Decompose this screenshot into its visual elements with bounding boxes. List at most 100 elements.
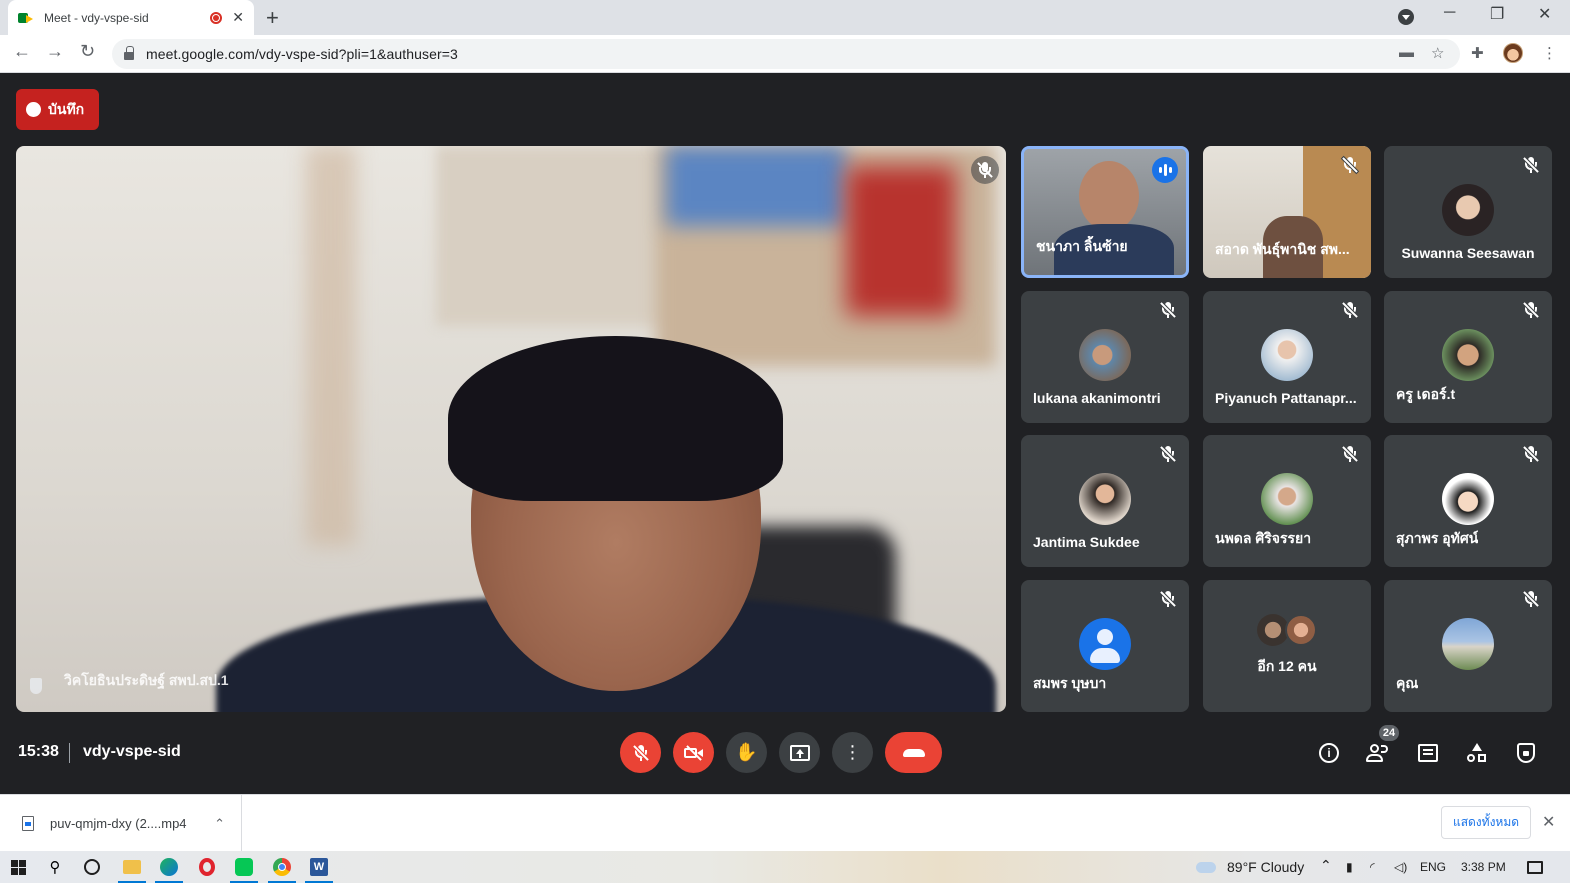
- meeting-code: vdy-vspe-sid: [83, 743, 181, 760]
- download-file-name: puv-qmjm-dxy (2....mp4: [50, 816, 187, 831]
- wifi-icon[interactable]: ◜: [1370, 860, 1375, 874]
- activities-button[interactable]: [1464, 740, 1490, 766]
- address-bar[interactable]: meet.google.com/vdy-vspe-sid?pli=1&authu…: [112, 39, 1460, 69]
- extensions-icon[interactable]: ✚: [1471, 44, 1484, 62]
- camera-off-icon: [683, 744, 704, 761]
- meeting-details-button[interactable]: i: [1316, 740, 1342, 766]
- chat-icon: [1418, 744, 1438, 762]
- browser-tabstrip: Meet - vdy-vspe-sid ✕ + ─ ❐ ✕: [0, 0, 1570, 35]
- participant-avatar: [1261, 329, 1313, 381]
- participant-tile[interactable]: ชนาภา ลิ้นซ้าย: [1021, 146, 1189, 278]
- participant-name: ครู เดอร์.t: [1396, 386, 1456, 402]
- browser-tab-meet[interactable]: Meet - vdy-vspe-sid ✕: [8, 0, 254, 35]
- muted-mic-icon: [1522, 590, 1540, 608]
- present-screen-button[interactable]: [779, 732, 820, 773]
- camera-toggle-button[interactable]: [673, 732, 714, 773]
- leave-call-button[interactable]: [885, 732, 942, 773]
- minimize-button[interactable]: ─: [1444, 4, 1455, 22]
- weather-text[interactable]: 89°F Cloudy: [1227, 859, 1304, 875]
- record-button[interactable]: บันทึก: [16, 89, 99, 130]
- weather-cloud-icon[interactable]: [1196, 857, 1216, 877]
- windows-start-icon[interactable]: [8, 857, 28, 877]
- participant-tile[interactable]: Piyanuch Pattanapr...: [1203, 291, 1371, 423]
- chevron-up-icon[interactable]: ⌃: [214, 816, 225, 832]
- reload-button[interactable]: ↻: [80, 41, 95, 62]
- participant-tile[interactable]: Suwanna Seesawan: [1384, 146, 1552, 278]
- new-tab-button[interactable]: +: [266, 5, 279, 31]
- people-button[interactable]: [1365, 740, 1391, 766]
- chrome-icon[interactable]: [268, 857, 296, 883]
- others-tile[interactable]: อีก 12 คน: [1203, 580, 1371, 712]
- profile-avatar[interactable]: [1503, 43, 1523, 63]
- participant-tile[interactable]: ครู เดอร์.t: [1384, 291, 1552, 423]
- muted-mic-icon: [1341, 156, 1359, 174]
- participant-tile[interactable]: สมพร บุษบา: [1021, 580, 1189, 712]
- browser-toolbar: ← → ↻ meet.google.com/vdy-vspe-sid?pli=1…: [0, 35, 1570, 73]
- restore-button[interactable]: ❐: [1490, 4, 1504, 24]
- language-indicator[interactable]: ENG: [1420, 860, 1446, 874]
- muted-mic-icon: [1341, 301, 1359, 319]
- download-shelf-close-button[interactable]: ✕: [1542, 812, 1555, 832]
- hang-up-icon: [902, 748, 925, 757]
- chat-button[interactable]: [1415, 740, 1441, 766]
- search-icon[interactable]: ⚲: [45, 857, 65, 877]
- participant-tile[interactable]: lukana akanimontri: [1021, 291, 1189, 423]
- participant-name: Suwanna Seesawan: [1401, 245, 1535, 261]
- file-explorer-icon[interactable]: [118, 857, 146, 883]
- info-icon: i: [1319, 743, 1339, 763]
- browser-menu-icon[interactable]: ⋮: [1542, 44, 1557, 62]
- participant-name: ชนาภา ลิ้นซ้าย: [1036, 238, 1128, 254]
- window-close-button[interactable]: ✕: [1538, 4, 1551, 24]
- pin-icon[interactable]: [30, 678, 42, 694]
- participant-tile[interactable]: สอาด พันธุ์พานิช สพ...: [1203, 146, 1371, 278]
- participant-name: คุณ: [1396, 675, 1419, 691]
- url-text: meet.google.com/vdy-vspe-sid?pli=1&authu…: [146, 46, 458, 62]
- notifications-icon[interactable]: [1525, 857, 1545, 877]
- bookmark-star-icon[interactable]: ☆: [1431, 44, 1444, 62]
- meeting-time: 15:38: [18, 743, 59, 760]
- participant-tile[interactable]: สุภาพร อุทัศน์: [1384, 435, 1552, 567]
- default-user-avatar-icon: [1079, 618, 1131, 670]
- edge-icon[interactable]: [155, 857, 183, 883]
- activities-icon: [1467, 743, 1487, 763]
- word-icon[interactable]: W: [305, 857, 333, 883]
- participant-tile[interactable]: นพดล ศิริจรรยา: [1203, 435, 1371, 567]
- tab-close-button[interactable]: ✕: [232, 9, 244, 26]
- camera-in-use-icon[interactable]: ▬: [1399, 44, 1414, 61]
- participant-avatar: [1442, 329, 1494, 381]
- participant-tile[interactable]: Jantima Sukdee: [1021, 435, 1189, 567]
- mic-toggle-button[interactable]: [620, 732, 661, 773]
- participant-name: Piyanuch Pattanapr...: [1215, 390, 1357, 406]
- muted-mic-icon: [1522, 445, 1540, 463]
- more-vert-icon: ⋮: [843, 742, 862, 762]
- participant-avatar: [1442, 184, 1494, 236]
- raise-hand-button[interactable]: ✋: [726, 732, 767, 773]
- tab-search-icon[interactable]: [1398, 9, 1414, 25]
- participant-count-badge: 24: [1379, 725, 1399, 741]
- chevron-up-icon[interactable]: ⌃: [1320, 857, 1332, 874]
- show-all-downloads-button[interactable]: แสดงทั้งหมด: [1441, 806, 1531, 839]
- meet-logo-icon: [18, 11, 34, 25]
- line-app-icon[interactable]: [230, 857, 258, 883]
- recording-indicator-icon: [210, 11, 223, 24]
- tab-title: Meet - vdy-vspe-sid: [44, 10, 149, 25]
- participant-avatar: [1261, 473, 1313, 525]
- volume-icon[interactable]: ◁): [1394, 860, 1407, 874]
- taskbar-clock[interactable]: 3:38 PM: [1461, 860, 1506, 874]
- forward-button[interactable]: →: [46, 41, 64, 62]
- participant-name: สุภาพร อุทัศน์: [1396, 530, 1479, 546]
- more-options-button[interactable]: ⋮: [832, 732, 873, 773]
- participant-name: Jantima Sukdee: [1033, 534, 1140, 550]
- main-speaker-video[interactable]: วิคโยธินประดิษฐ์ สพป.สป.1: [16, 146, 1006, 712]
- cortana-icon[interactable]: [82, 857, 102, 877]
- back-button[interactable]: ←: [13, 41, 31, 62]
- participant-tile[interactable]: คุณ: [1384, 580, 1552, 712]
- microphone-icon[interactable]: ▮: [1346, 860, 1353, 874]
- host-controls-button[interactable]: [1513, 740, 1539, 766]
- muted-mic-icon: [1522, 301, 1540, 319]
- download-item[interactable]: puv-qmjm-dxy (2....mp4 ⌃: [0, 795, 242, 852]
- participant-name: lukana akanimontri: [1033, 390, 1161, 406]
- present-icon: [789, 744, 810, 761]
- divider: [69, 743, 70, 763]
- opera-icon[interactable]: [197, 857, 217, 877]
